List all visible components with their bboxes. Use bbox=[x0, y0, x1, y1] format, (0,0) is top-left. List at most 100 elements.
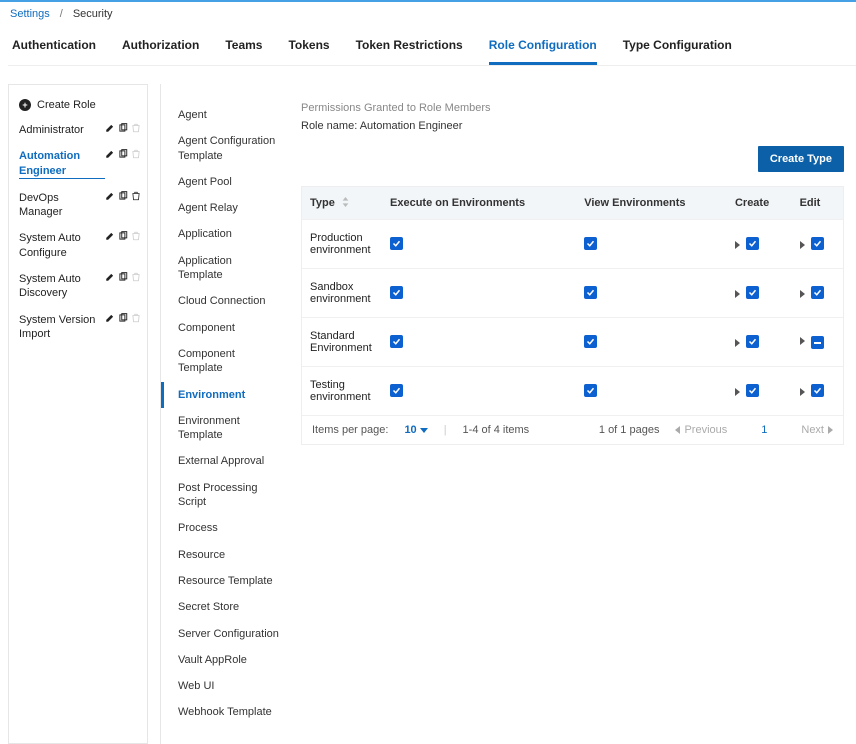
edit-icon[interactable] bbox=[105, 313, 115, 323]
chevron-left-icon bbox=[675, 426, 680, 434]
type-item[interactable]: Component Template bbox=[161, 341, 289, 382]
copy-icon[interactable] bbox=[118, 191, 128, 201]
checkbox[interactable] bbox=[390, 335, 403, 348]
type-item[interactable]: Resource Template bbox=[161, 568, 289, 594]
checkbox[interactable] bbox=[584, 335, 597, 348]
type-item[interactable]: Agent bbox=[161, 102, 289, 128]
col-edit[interactable]: Edit bbox=[792, 187, 843, 220]
create-role-button[interactable]: + Create Role bbox=[9, 93, 147, 117]
expand-icon[interactable] bbox=[735, 290, 740, 298]
content-panel: AgentAgent Configuration TemplateAgent P… bbox=[160, 84, 856, 744]
create-role-label: Create Role bbox=[37, 99, 96, 111]
trash-icon[interactable] bbox=[131, 191, 141, 201]
page-info: 1 of 1 pages bbox=[599, 424, 660, 436]
tab-token-restrictions[interactable]: Token Restrictions bbox=[356, 38, 463, 65]
copy-icon[interactable] bbox=[118, 313, 128, 323]
role-item[interactable]: Automation Engineer bbox=[9, 143, 147, 185]
expand-icon[interactable] bbox=[735, 339, 740, 347]
role-actions bbox=[105, 272, 141, 282]
cell-view bbox=[576, 367, 727, 416]
checkbox[interactable] bbox=[584, 384, 597, 397]
edit-icon[interactable] bbox=[105, 231, 115, 241]
role-label: DevOps Manager bbox=[19, 191, 105, 220]
role-item[interactable]: DevOps Manager bbox=[9, 185, 147, 226]
type-item[interactable]: Process bbox=[161, 515, 289, 541]
role-label: Automation Engineer bbox=[19, 149, 105, 179]
tab-type-configuration[interactable]: Type Configuration bbox=[623, 38, 732, 65]
items-per-page-value: 10 bbox=[404, 424, 416, 436]
type-item[interactable]: Agent Pool bbox=[161, 169, 289, 195]
type-item[interactable]: Agent Configuration Template bbox=[161, 128, 289, 169]
col-execute[interactable]: Execute on Environments bbox=[382, 187, 576, 220]
prev-button[interactable]: Previous bbox=[675, 424, 727, 436]
tab-role-configuration[interactable]: Role Configuration bbox=[489, 38, 597, 65]
tab-teams[interactable]: Teams bbox=[225, 38, 262, 65]
checkbox[interactable] bbox=[390, 384, 403, 397]
checkbox[interactable] bbox=[390, 286, 403, 299]
expand-icon[interactable] bbox=[800, 388, 805, 396]
checkbox[interactable] bbox=[811, 286, 824, 299]
breadcrumb-current: Security bbox=[73, 8, 113, 20]
checkbox[interactable] bbox=[811, 237, 824, 250]
expand-icon[interactable] bbox=[735, 388, 740, 396]
checkbox[interactable] bbox=[811, 336, 824, 349]
expand-icon[interactable] bbox=[800, 290, 805, 298]
tab-tokens[interactable]: Tokens bbox=[288, 38, 329, 65]
type-item[interactable]: Component bbox=[161, 315, 289, 341]
role-item[interactable]: Administrator bbox=[9, 117, 147, 143]
type-item[interactable]: Environment Template bbox=[161, 408, 289, 449]
type-item[interactable]: Vault AppRole bbox=[161, 647, 289, 673]
role-item[interactable]: System Auto Configure bbox=[9, 225, 147, 266]
expand-icon[interactable] bbox=[800, 337, 805, 345]
trash-icon bbox=[131, 272, 141, 282]
edit-icon[interactable] bbox=[105, 149, 115, 159]
type-item[interactable]: Application bbox=[161, 221, 289, 247]
checkbox[interactable] bbox=[746, 384, 759, 397]
checkbox[interactable] bbox=[746, 286, 759, 299]
checkbox[interactable] bbox=[584, 286, 597, 299]
tab-authentication[interactable]: Authentication bbox=[12, 38, 96, 65]
col-type[interactable]: Type bbox=[302, 187, 382, 220]
create-type-button[interactable]: Create Type bbox=[758, 146, 844, 172]
breadcrumb-root[interactable]: Settings bbox=[10, 8, 50, 20]
next-button[interactable]: Next bbox=[801, 424, 833, 436]
tab-authorization[interactable]: Authorization bbox=[122, 38, 199, 65]
cell-view bbox=[576, 318, 727, 367]
edit-icon[interactable] bbox=[105, 191, 115, 201]
checkbox[interactable] bbox=[390, 237, 403, 250]
copy-icon[interactable] bbox=[118, 123, 128, 133]
checkbox[interactable] bbox=[746, 237, 759, 250]
copy-icon[interactable] bbox=[118, 272, 128, 282]
edit-icon[interactable] bbox=[105, 272, 115, 282]
checkbox[interactable] bbox=[746, 335, 759, 348]
cell-type: Sandbox environment bbox=[302, 269, 382, 318]
type-item[interactable]: Secret Store bbox=[161, 594, 289, 620]
type-item[interactable]: Post Processing Script bbox=[161, 475, 289, 516]
type-item[interactable]: Cloud Connection bbox=[161, 288, 289, 314]
role-item[interactable]: System Auto Discovery bbox=[9, 266, 147, 307]
cell-edit bbox=[792, 269, 843, 318]
edit-icon[interactable] bbox=[105, 123, 115, 133]
type-item[interactable]: External Approval bbox=[161, 448, 289, 474]
copy-icon[interactable] bbox=[118, 231, 128, 241]
expand-icon[interactable] bbox=[735, 241, 740, 249]
table-row: Standard Environment bbox=[302, 318, 843, 367]
expand-icon[interactable] bbox=[800, 241, 805, 249]
type-item[interactable]: Agent Relay bbox=[161, 195, 289, 221]
type-item[interactable]: Application Template bbox=[161, 248, 289, 289]
type-item[interactable]: Webhook Template bbox=[161, 699, 289, 725]
type-item[interactable]: Server Configuration bbox=[161, 621, 289, 647]
role-item[interactable]: System Version Import bbox=[9, 307, 147, 348]
cell-type: Testing environment bbox=[302, 367, 382, 416]
cell-create bbox=[727, 367, 792, 416]
permissions-table: Type Execute on Environments View Enviro… bbox=[301, 186, 844, 445]
items-per-page-select[interactable]: 10 bbox=[404, 424, 427, 436]
col-view[interactable]: View Environments bbox=[576, 187, 727, 220]
checkbox[interactable] bbox=[584, 237, 597, 250]
copy-icon[interactable] bbox=[118, 149, 128, 159]
type-item[interactable]: Resource bbox=[161, 542, 289, 568]
checkbox[interactable] bbox=[811, 384, 824, 397]
type-item[interactable]: Web UI bbox=[161, 673, 289, 699]
col-create[interactable]: Create bbox=[727, 187, 792, 220]
type-item[interactable]: Environment bbox=[161, 382, 289, 408]
